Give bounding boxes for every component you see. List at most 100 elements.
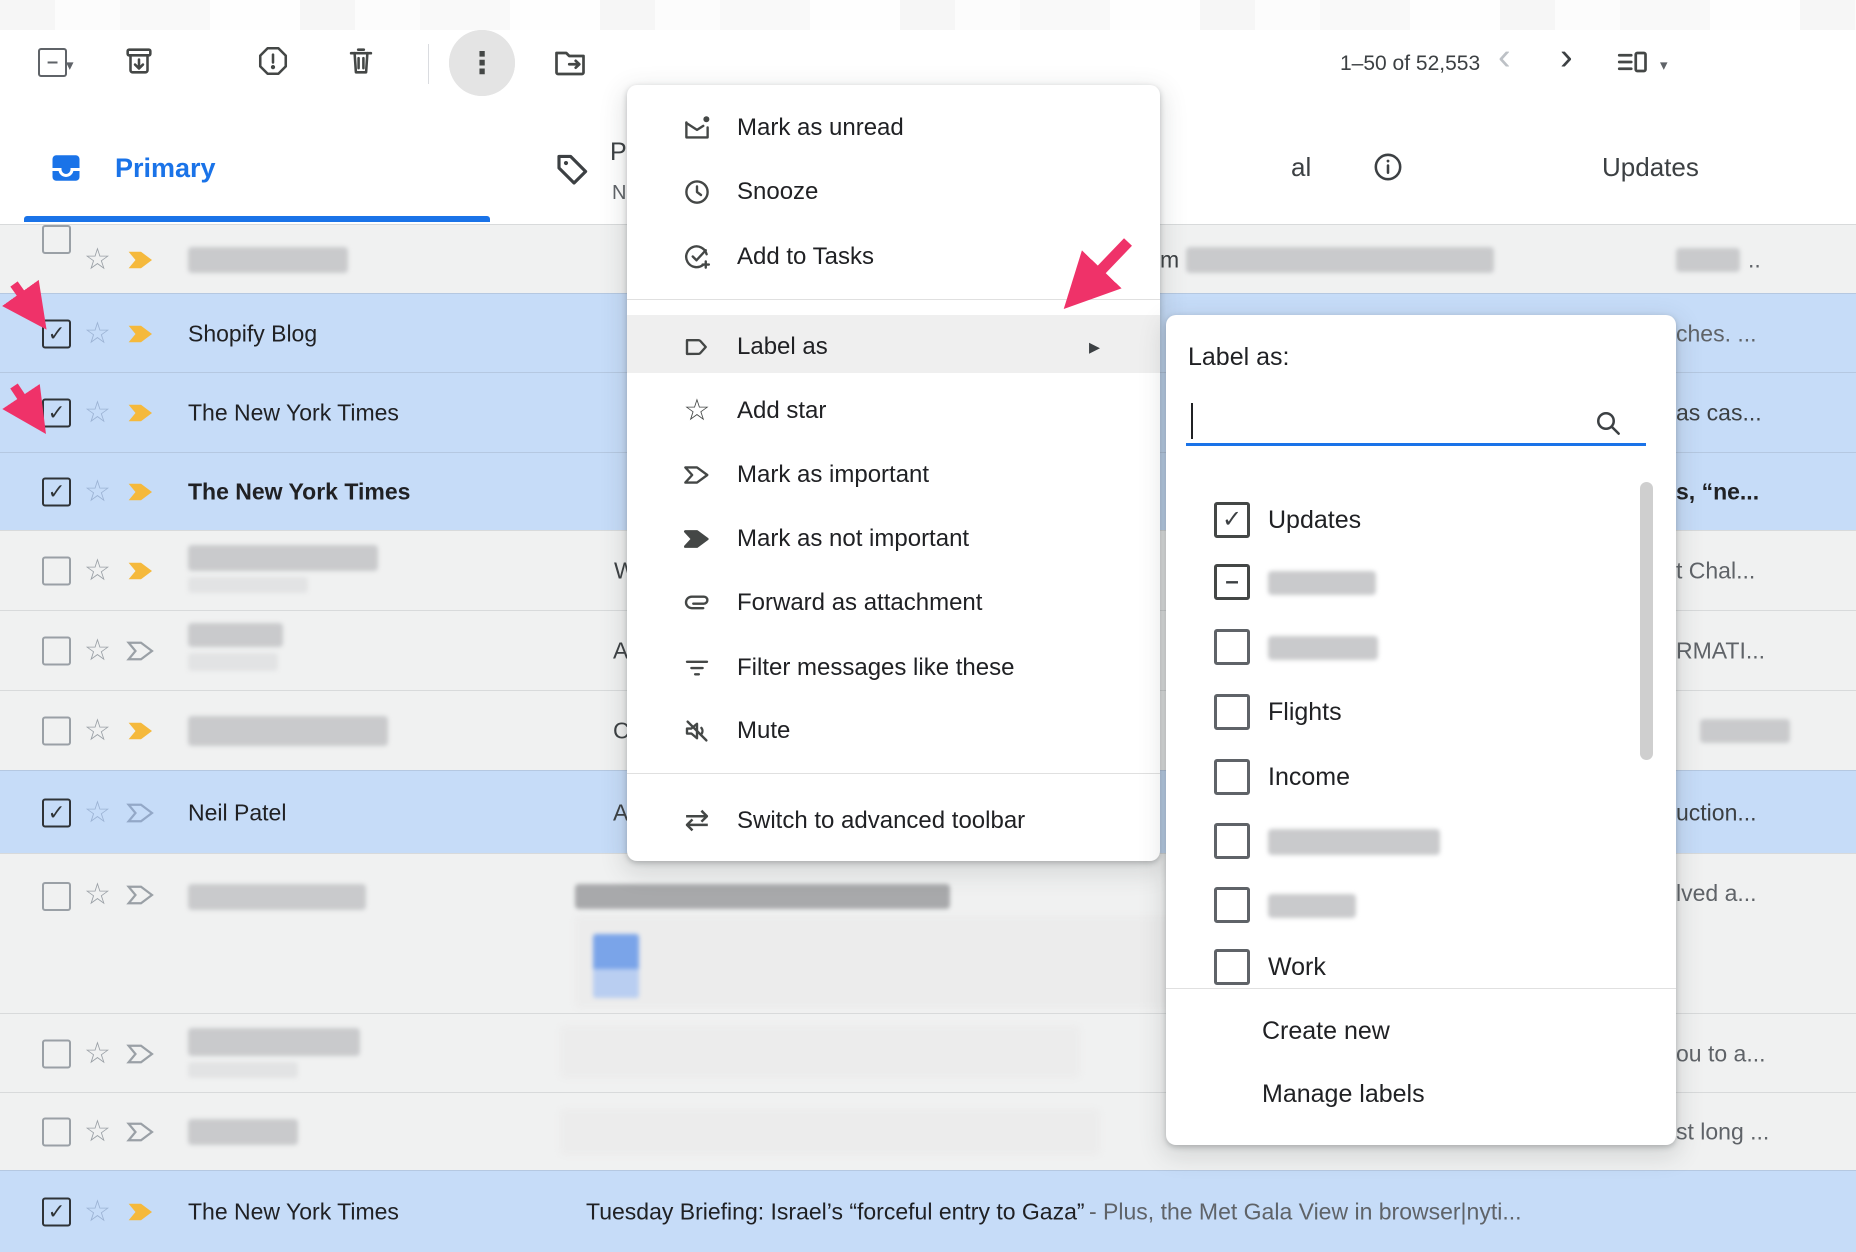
scrollbar-thumb[interactable] [1640, 482, 1653, 760]
redacted-subject [560, 1109, 1100, 1155]
importance-marker-outline-icon[interactable] [126, 802, 156, 824]
row-checkbox[interactable] [42, 882, 71, 911]
split-pane-caret-icon[interactable]: ▾ [1660, 56, 1668, 74]
select-dropdown-caret-icon[interactable]: ▾ [66, 56, 74, 74]
label-option-redacted[interactable] [1166, 874, 1676, 936]
importance-marker-outline-icon[interactable] [126, 884, 156, 906]
row-checkbox[interactable] [42, 557, 71, 586]
importance-marker-icon[interactable] [126, 249, 156, 271]
importance-marker-icon[interactable] [126, 720, 156, 742]
label-search-input[interactable] [1186, 395, 1646, 443]
star-toggle[interactable]: ☆ [84, 477, 111, 507]
star-toggle[interactable]: ☆ [84, 1197, 111, 1227]
redacted-label [1268, 636, 1378, 660]
snippet-fragment: .. [1748, 246, 1761, 273]
switch-arrows-icon: ⇄ [682, 806, 712, 836]
row-checkbox-checked[interactable]: ✓ [42, 319, 71, 348]
delete-button[interactable] [344, 44, 378, 78]
row-checkbox-checked[interactable]: ✓ [42, 478, 71, 507]
move-to-button[interactable] [552, 44, 588, 80]
menu-item-add-to-tasks[interactable]: Add to Tasks [627, 230, 1160, 284]
redacted-sender [188, 623, 283, 647]
menu-item-snooze[interactable]: Snooze [627, 165, 1160, 219]
tab-social-label-fragment: al [1291, 152, 1311, 183]
checkbox-indeterminate-icon[interactable]: – [1214, 564, 1250, 600]
menu-item-forward-as-attachment[interactable]: Forward as attachment [627, 576, 1160, 630]
tab-updates[interactable]: Updates [1330, 100, 1830, 222]
menu-divider [627, 299, 1160, 300]
archive-button[interactable] [122, 44, 156, 78]
email-row-selected[interactable]: ✓ ☆ The New York Times Tuesday Briefing:… [0, 1170, 1856, 1252]
menu-item-filter-messages[interactable]: Filter messages like these [627, 641, 1160, 695]
row-checkbox-checked[interactable]: ✓ [42, 798, 71, 827]
row-checkbox-checked[interactable]: ✓ [42, 1198, 71, 1227]
importance-marker-icon[interactable] [126, 1201, 156, 1223]
star-toggle[interactable]: ☆ [84, 319, 111, 349]
star-toggle[interactable]: ☆ [84, 245, 111, 275]
importance-marker-icon[interactable] [126, 323, 156, 345]
checkbox-unchecked-icon[interactable] [1214, 629, 1250, 665]
redacted-label [1268, 571, 1376, 595]
label-icon [682, 332, 712, 362]
row-checkbox-checked[interactable]: ✓ [42, 399, 71, 428]
star-toggle[interactable]: ☆ [84, 398, 111, 428]
star-toggle[interactable]: ☆ [84, 636, 111, 666]
star-toggle[interactable]: ☆ [84, 716, 111, 746]
label-option-work[interactable]: Work [1166, 936, 1676, 988]
tab-primary[interactable]: Primary [24, 100, 490, 222]
toolbar-divider [428, 44, 429, 84]
newer-page-chevron[interactable]: ‹ [1498, 38, 1511, 76]
label-option-redacted[interactable] [1166, 810, 1676, 872]
star-toggle[interactable]: ☆ [84, 880, 111, 910]
importance-marker-icon[interactable] [126, 402, 156, 424]
checkbox-unchecked-icon[interactable] [1214, 823, 1250, 859]
label-option-flights[interactable]: Flights [1166, 681, 1676, 743]
manage-labels-button[interactable]: Manage labels [1262, 1080, 1425, 1109]
older-page-chevron[interactable]: › [1560, 38, 1573, 76]
background-artifacts [0, 0, 1856, 30]
menu-item-mark-as-unread[interactable]: Mark as unread [627, 101, 1160, 155]
label-option-redacted[interactable] [1166, 616, 1676, 678]
more-options-button-visual[interactable]: ⋮ [449, 30, 515, 96]
label-option-updates[interactable]: ✓ Updates [1166, 489, 1676, 551]
select-all-checkbox[interactable]: – [38, 48, 67, 77]
menu-item-mute[interactable]: Mute [627, 704, 1160, 758]
split-pane-toggle[interactable] [1614, 44, 1650, 80]
pagination-count: 1–50 of 52,553 [1340, 52, 1480, 76]
mute-icon [682, 716, 712, 746]
star-toggle[interactable]: ☆ [84, 1039, 111, 1069]
three-dots-icon: ⋮ [467, 46, 497, 81]
info-icon[interactable] [1371, 150, 1405, 184]
star-toggle[interactable]: ☆ [84, 798, 111, 828]
row-checkbox[interactable] [42, 637, 71, 666]
checkbox-checked-icon[interactable]: ✓ [1214, 502, 1250, 538]
checkbox-unchecked-icon[interactable] [1214, 949, 1250, 985]
row-checkbox[interactable] [42, 1039, 71, 1068]
report-spam-button[interactable] [256, 44, 290, 78]
menu-item-switch-toolbar[interactable]: ⇄ Switch to advanced toolbar [627, 794, 1160, 848]
star-toggle[interactable]: ☆ [84, 1117, 111, 1147]
create-new-label-button[interactable]: Create new [1262, 1017, 1390, 1046]
checkbox-unchecked-icon[interactable] [1214, 759, 1250, 795]
importance-marker-outline-icon[interactable] [126, 640, 156, 662]
move-to-folder-icon [552, 44, 588, 80]
label-option-redacted[interactable]: – [1166, 551, 1676, 613]
importance-marker-outline-icon[interactable] [126, 1043, 156, 1065]
menu-item-mark-as-important[interactable]: Mark as important [627, 448, 1160, 502]
importance-marker-icon[interactable] [126, 560, 156, 582]
importance-marker-icon[interactable] [126, 481, 156, 503]
importance-marker-outline-icon[interactable] [126, 1121, 156, 1143]
label-option-income[interactable]: Income [1166, 746, 1676, 808]
row-checkbox[interactable] [42, 717, 71, 746]
menu-item-label-as[interactable]: Label as [627, 320, 1160, 374]
checkbox-unchecked-icon[interactable] [1214, 887, 1250, 923]
row-checkbox[interactable] [42, 1118, 71, 1147]
checkbox-unchecked-icon[interactable] [1214, 694, 1250, 730]
trash-icon [344, 44, 378, 78]
star-toggle[interactable]: ☆ [84, 556, 111, 586]
menu-item-add-star[interactable]: ☆ Add star [627, 384, 1160, 438]
menu-item-mark-as-not-important[interactable]: Mark as not important [627, 512, 1160, 566]
mark-unread-icon [682, 113, 712, 143]
row-checkbox[interactable] [42, 225, 71, 254]
gmail-window: – ▾ [0, 0, 1856, 1252]
